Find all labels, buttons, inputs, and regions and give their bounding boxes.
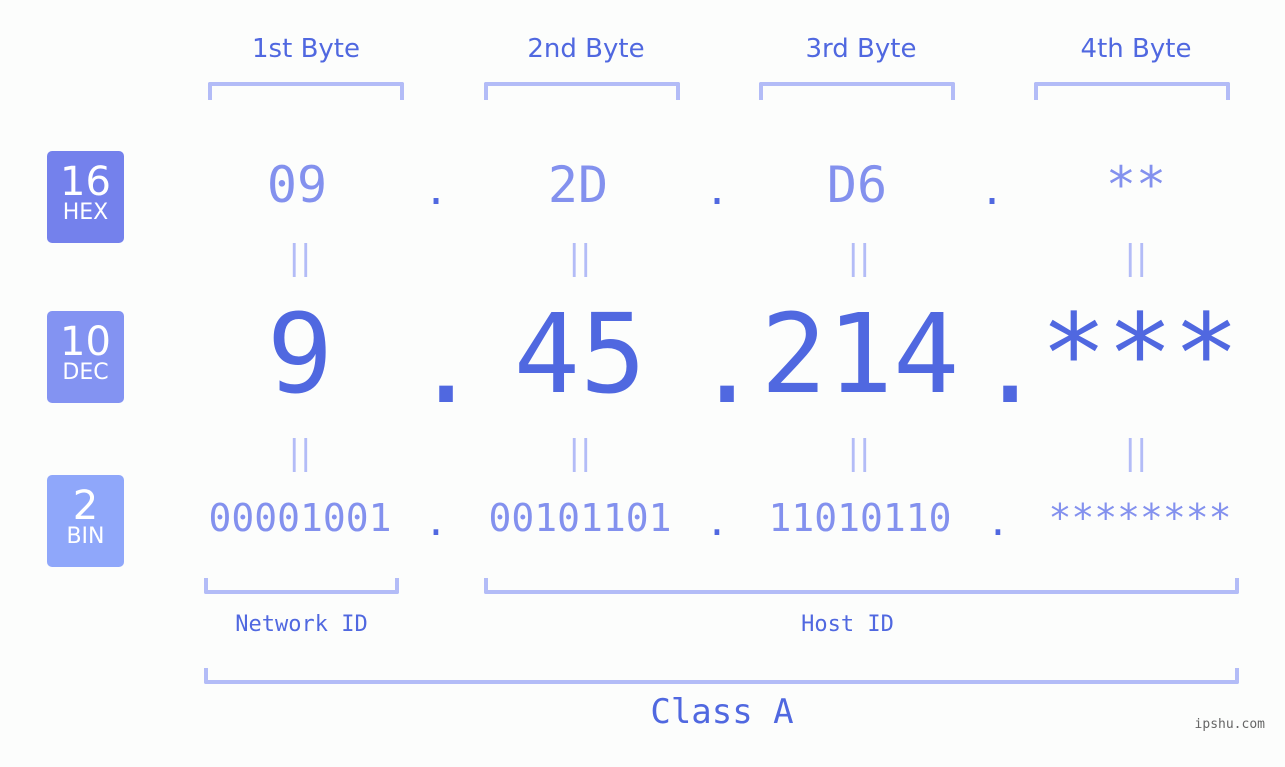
host-id-bracket bbox=[484, 578, 1239, 594]
byte-bracket-1 bbox=[208, 82, 404, 100]
dec-separator-2: . bbox=[694, 300, 761, 428]
dec-badge-unit: DEC bbox=[62, 360, 109, 385]
hex-badge: 16 HEX bbox=[47, 151, 124, 243]
equals-sign: || bbox=[1124, 433, 1148, 473]
bin-separator-1: . bbox=[424, 500, 448, 544]
byte-header-3: 3rd Byte bbox=[805, 34, 917, 64]
bin-byte-4: ******** bbox=[1048, 496, 1232, 540]
byte-bracket-4 bbox=[1034, 82, 1230, 100]
equals-sign: || bbox=[1124, 238, 1148, 278]
bin-byte-1: 00001001 bbox=[208, 496, 392, 540]
hex-badge-unit: HEX bbox=[62, 200, 109, 225]
hex-separator-3: . bbox=[979, 168, 1005, 214]
bin-byte-3: 11010110 bbox=[768, 496, 952, 540]
dec-separator-1: . bbox=[413, 300, 480, 428]
host-id-label: Host ID bbox=[801, 612, 894, 637]
equals-sign: || bbox=[288, 433, 312, 473]
bin-badge-number: 2 bbox=[72, 483, 99, 529]
dec-badge-number: 10 bbox=[60, 319, 111, 365]
bin-separator-2: . bbox=[705, 500, 729, 544]
class-bracket bbox=[204, 668, 1239, 684]
byte-bracket-2 bbox=[484, 82, 680, 100]
hex-separator-1: . bbox=[423, 168, 449, 214]
byte-header-4: 4th Byte bbox=[1080, 34, 1192, 64]
hex-byte-2: 2D bbox=[547, 156, 609, 214]
equals-sign: || bbox=[288, 238, 312, 278]
equals-sign: || bbox=[847, 433, 871, 473]
watermark: ipshu.com bbox=[1194, 717, 1265, 732]
hex-badge-number: 16 bbox=[60, 159, 111, 205]
dec-badge: 10 DEC bbox=[47, 311, 124, 403]
hex-byte-4: ** bbox=[1105, 156, 1167, 214]
hex-separator-2: . bbox=[704, 168, 730, 214]
dec-byte-4: *** bbox=[1040, 290, 1240, 418]
byte-bracket-3 bbox=[759, 82, 955, 100]
equals-sign: || bbox=[568, 433, 592, 473]
equals-sign: || bbox=[568, 238, 592, 278]
equals-sign: || bbox=[847, 238, 871, 278]
byte-header-1: 1st Byte bbox=[252, 34, 360, 64]
network-id-bracket bbox=[204, 578, 399, 594]
hex-byte-1: 09 bbox=[266, 156, 328, 214]
bin-separator-3: . bbox=[986, 500, 1010, 544]
dec-byte-2: 45 bbox=[513, 290, 647, 418]
dec-separator-3: . bbox=[977, 300, 1044, 428]
bin-badge-unit: BIN bbox=[66, 524, 105, 549]
network-id-label: Network ID bbox=[235, 612, 368, 637]
bin-badge: 2 BIN bbox=[47, 475, 124, 567]
dec-byte-3: 214 bbox=[760, 290, 960, 418]
class-label: Class A bbox=[650, 692, 794, 732]
dec-byte-1: 9 bbox=[266, 290, 334, 418]
bin-byte-2: 00101101 bbox=[488, 496, 672, 540]
hex-byte-3: D6 bbox=[826, 156, 888, 214]
byte-header-2: 2nd Byte bbox=[527, 34, 645, 64]
